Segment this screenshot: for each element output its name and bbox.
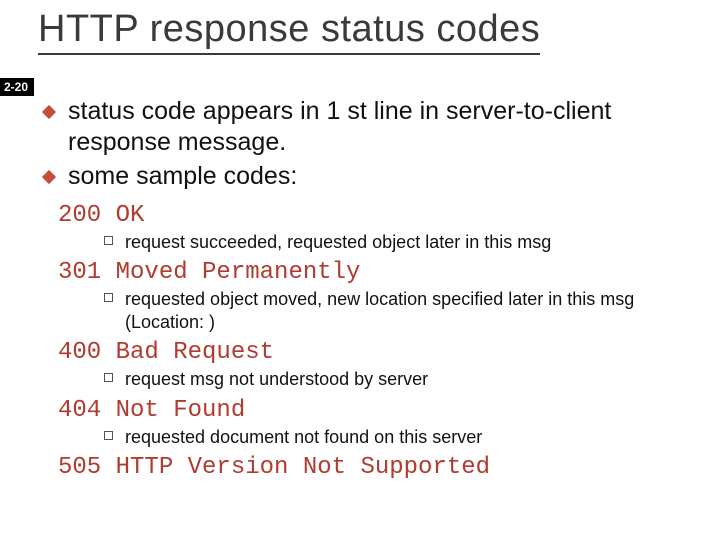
status-code-name: 400 Bad Request bbox=[58, 339, 698, 366]
status-code-desc: request msg not understood by server bbox=[125, 368, 428, 391]
status-code-list: 200 OK request succeeded, requested obje… bbox=[58, 202, 698, 482]
diamond-bullet-icon bbox=[42, 169, 56, 183]
square-bullet-icon bbox=[104, 236, 113, 245]
status-code-name: 505 HTTP Version Not Supported bbox=[58, 454, 698, 481]
bullet-text: some sample codes: bbox=[68, 161, 297, 192]
status-code-desc-row: request msg not understood by server bbox=[104, 368, 698, 391]
status-code-name: 404 Not Found bbox=[58, 397, 698, 424]
page-number-badge: 2-20 bbox=[0, 78, 34, 96]
diamond-bullet-icon bbox=[42, 105, 56, 119]
slide: HTTP response status codes 2-20 status c… bbox=[0, 0, 720, 540]
slide-body: status code appears in 1 st line in serv… bbox=[38, 96, 698, 483]
bullet-text: status code appears in 1 st line in serv… bbox=[68, 96, 698, 159]
status-code-name: 200 OK bbox=[58, 202, 698, 229]
status-code-desc-row: request succeeded, requested object late… bbox=[104, 231, 698, 254]
page-title: HTTP response status codes bbox=[38, 8, 540, 55]
bullet-list: status code appears in 1 st line in serv… bbox=[44, 96, 698, 192]
status-code-desc-row: requested document not found on this ser… bbox=[104, 426, 698, 449]
status-code-desc: request succeeded, requested object late… bbox=[125, 231, 551, 254]
square-bullet-icon bbox=[104, 373, 113, 382]
list-item: some sample codes: bbox=[44, 161, 698, 192]
status-code-desc: requested document not found on this ser… bbox=[125, 426, 482, 449]
status-code-desc-row: requested object moved, new location spe… bbox=[104, 288, 698, 333]
square-bullet-icon bbox=[104, 431, 113, 440]
square-bullet-icon bbox=[104, 293, 113, 302]
list-item: status code appears in 1 st line in serv… bbox=[44, 96, 698, 159]
status-code-desc: requested object moved, new location spe… bbox=[125, 288, 698, 333]
status-code-name: 301 Moved Permanently bbox=[58, 259, 698, 286]
